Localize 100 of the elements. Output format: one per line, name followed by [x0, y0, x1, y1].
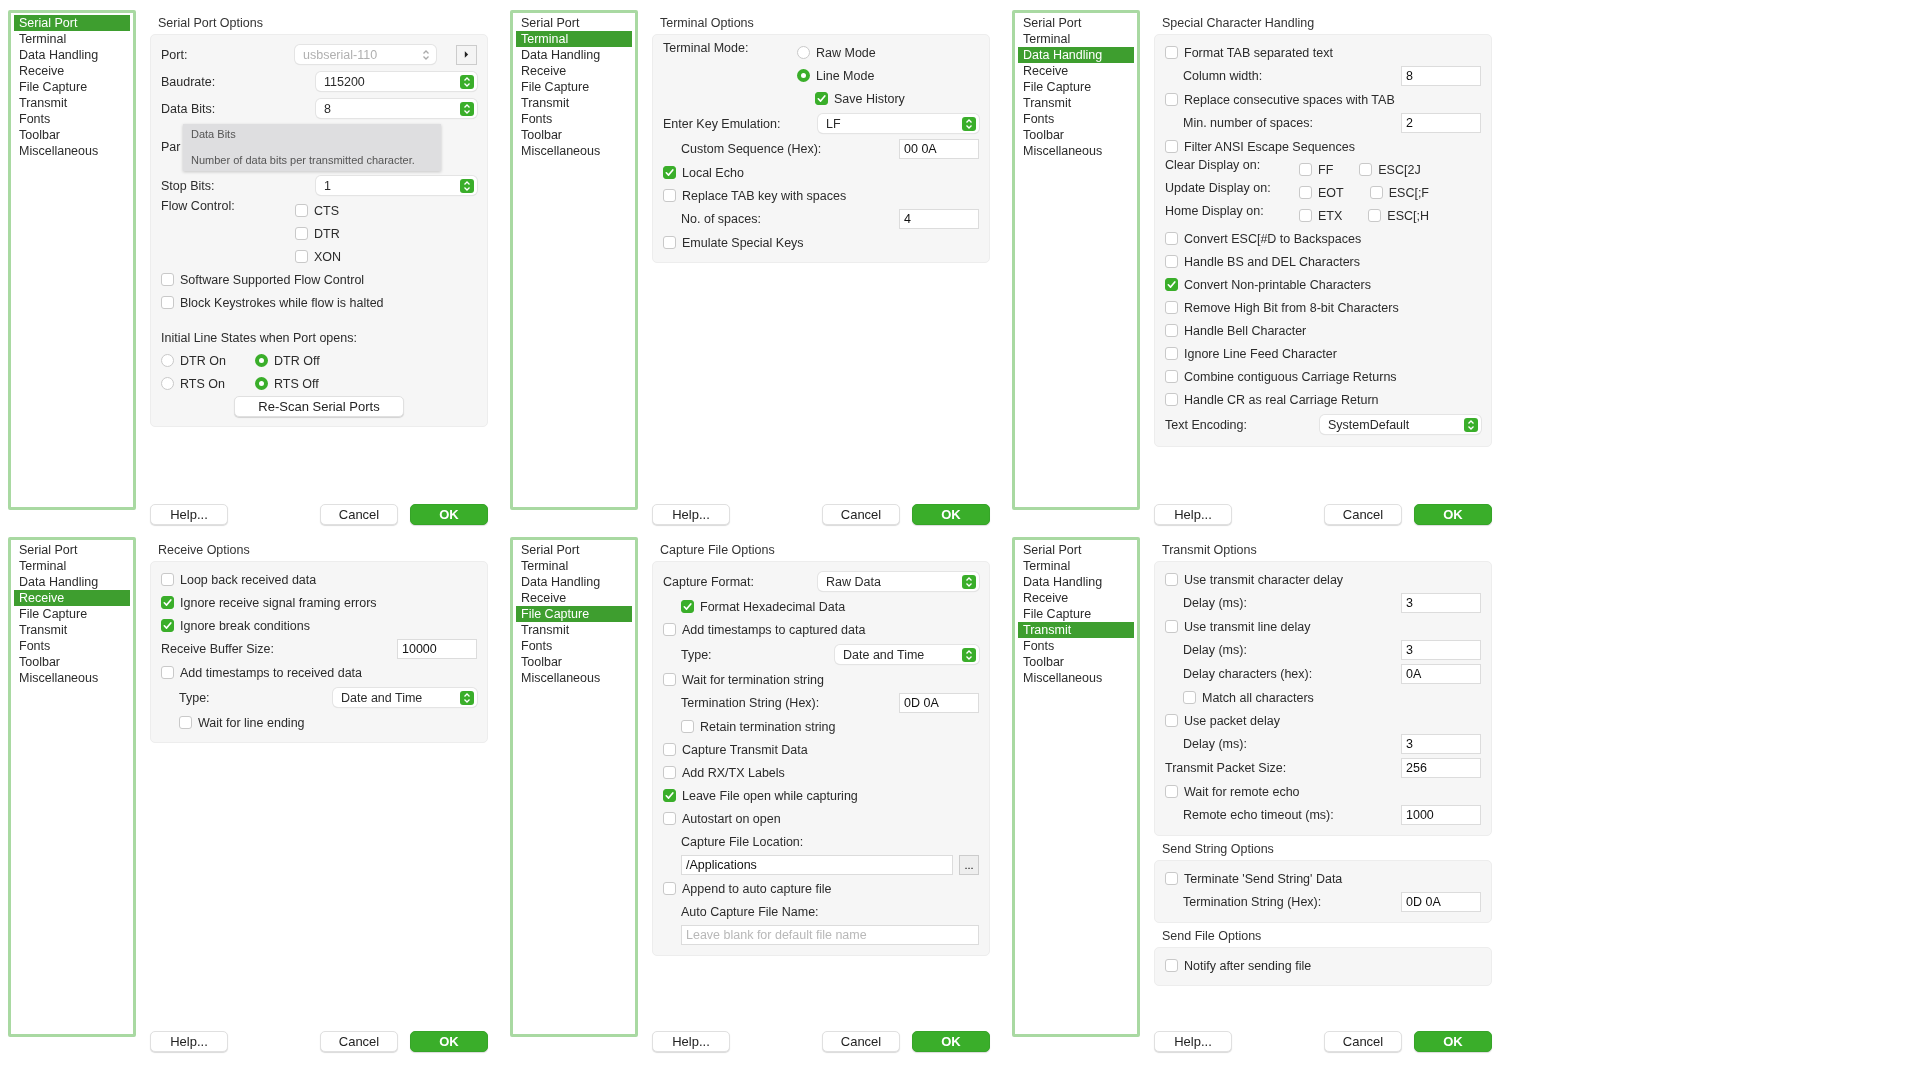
- checkbox[interactable]: [1165, 959, 1178, 972]
- select-field[interactable]: 8: [316, 99, 477, 118]
- checkbox[interactable]: [1369, 186, 1383, 199]
- category-item[interactable]: Toolbar: [14, 127, 130, 143]
- input-field[interactable]: 0D 0A: [1401, 892, 1481, 912]
- checkbox[interactable]: [681, 600, 694, 613]
- checkbox[interactable]: [663, 673, 676, 686]
- category-item[interactable]: Fonts: [516, 111, 632, 127]
- category-item[interactable]: File Capture: [14, 606, 130, 622]
- category-item[interactable]: Fonts: [1018, 111, 1134, 127]
- category-item[interactable]: Receive: [14, 63, 130, 79]
- category-item[interactable]: Receive: [1018, 590, 1134, 606]
- checkbox[interactable]: [1165, 785, 1178, 798]
- cancel-button[interactable]: Cancel: [822, 1031, 900, 1052]
- category-item[interactable]: Data Handling: [14, 47, 130, 63]
- input-field[interactable]: 0A: [1401, 664, 1481, 684]
- checkbox[interactable]: [1165, 620, 1178, 633]
- cancel-button[interactable]: Cancel: [1324, 504, 1402, 525]
- radio-button[interactable]: [797, 69, 810, 82]
- category-item[interactable]: Serial Port: [1018, 542, 1134, 558]
- checkbox[interactable]: [1165, 278, 1178, 291]
- help-button[interactable]: Help...: [652, 504, 730, 525]
- checkbox[interactable]: [161, 619, 174, 632]
- category-item[interactable]: Receive: [1018, 63, 1134, 79]
- checkbox[interactable]: [1165, 370, 1178, 383]
- category-item[interactable]: Miscellaneous: [516, 143, 632, 159]
- rescan-button[interactable]: Re-Scan Serial Ports: [234, 396, 404, 417]
- checkbox[interactable]: [681, 720, 694, 733]
- radio-button[interactable]: [161, 354, 174, 367]
- checkbox[interactable]: [1165, 232, 1178, 245]
- category-item[interactable]: Fonts: [14, 111, 130, 127]
- category-item[interactable]: Terminal: [516, 558, 632, 574]
- category-item[interactable]: Miscellaneous: [516, 670, 632, 686]
- category-item[interactable]: Toolbar: [1018, 127, 1134, 143]
- input-field[interactable]: 8: [1401, 66, 1481, 86]
- category-item[interactable]: Data Handling: [516, 574, 632, 590]
- category-item[interactable]: Receive: [516, 590, 632, 606]
- checkbox[interactable]: [663, 789, 676, 802]
- category-item[interactable]: Data Handling: [516, 47, 632, 63]
- checkbox[interactable]: [1165, 255, 1178, 268]
- category-item[interactable]: Transmit: [516, 622, 632, 638]
- category-item[interactable]: Toolbar: [14, 654, 130, 670]
- checkbox[interactable]: [161, 273, 174, 286]
- category-item[interactable]: Serial Port: [1018, 15, 1134, 31]
- category-item[interactable]: Serial Port: [516, 15, 632, 31]
- checkbox[interactable]: [161, 573, 174, 586]
- radio-button[interactable]: [255, 377, 268, 390]
- input-field[interactable]: 4: [899, 209, 979, 229]
- checkbox[interactable]: [1165, 872, 1178, 885]
- checkbox[interactable]: [1299, 209, 1312, 222]
- checkbox[interactable]: [663, 766, 676, 779]
- checkbox[interactable]: [179, 716, 192, 729]
- checkbox[interactable]: [1165, 93, 1178, 106]
- category-item[interactable]: Transmit: [14, 95, 130, 111]
- category-item[interactable]: Terminal: [14, 558, 130, 574]
- category-item[interactable]: Fonts: [516, 638, 632, 654]
- select-field[interactable]: Date and Time: [333, 688, 477, 707]
- cancel-button[interactable]: Cancel: [1324, 1031, 1402, 1052]
- radio-button[interactable]: [161, 377, 174, 390]
- checkbox[interactable]: [161, 296, 174, 309]
- checkbox[interactable]: [295, 227, 308, 240]
- input-field[interactable]: 1000: [1401, 805, 1481, 825]
- input-field[interactable]: 3: [1401, 640, 1481, 660]
- checkbox[interactable]: [663, 882, 676, 895]
- category-item[interactable]: File Capture: [1018, 606, 1134, 622]
- category-item[interactable]: File Capture: [516, 79, 632, 95]
- select-field[interactable]: Date and Time: [835, 645, 979, 664]
- category-item[interactable]: Toolbar: [516, 654, 632, 670]
- help-button[interactable]: Help...: [652, 1031, 730, 1052]
- category-item[interactable]: Miscellaneous: [14, 143, 130, 159]
- checkbox[interactable]: [295, 204, 308, 217]
- input-field[interactable]: 10000: [397, 639, 477, 659]
- checkbox[interactable]: [663, 189, 676, 202]
- checkbox[interactable]: [1165, 347, 1178, 360]
- select-field[interactable]: 115200: [316, 72, 477, 91]
- input-field[interactable]: 0D 0A: [899, 693, 979, 713]
- checkbox[interactable]: [663, 236, 676, 249]
- checkbox[interactable]: [1165, 46, 1178, 59]
- category-item[interactable]: Fonts: [14, 638, 130, 654]
- category-item[interactable]: Miscellaneous: [1018, 143, 1134, 159]
- select-field[interactable]: 1: [316, 176, 477, 195]
- cancel-button[interactable]: Cancel: [320, 1031, 398, 1052]
- input-field[interactable]: 3: [1401, 593, 1481, 613]
- category-item[interactable]: Miscellaneous: [14, 670, 130, 686]
- help-button[interactable]: Help...: [1154, 1031, 1232, 1052]
- checkbox[interactable]: [663, 623, 676, 636]
- checkbox[interactable]: [1183, 691, 1196, 704]
- checkbox[interactable]: [663, 812, 676, 825]
- select-field[interactable]: LF: [818, 114, 979, 133]
- category-item[interactable]: Data Handling: [14, 574, 130, 590]
- category-item[interactable]: Serial Port: [14, 542, 130, 558]
- category-item[interactable]: Transmit: [14, 622, 130, 638]
- cancel-button[interactable]: Cancel: [822, 504, 900, 525]
- input-field[interactable]: 3: [1401, 734, 1481, 754]
- category-item[interactable]: Terminal: [1018, 31, 1134, 47]
- select-field[interactable]: Raw Data: [818, 572, 979, 591]
- checkbox[interactable]: [161, 596, 174, 609]
- checkbox[interactable]: [1368, 209, 1382, 222]
- cancel-button[interactable]: Cancel: [320, 504, 398, 525]
- category-item[interactable]: Data Handling: [1018, 574, 1134, 590]
